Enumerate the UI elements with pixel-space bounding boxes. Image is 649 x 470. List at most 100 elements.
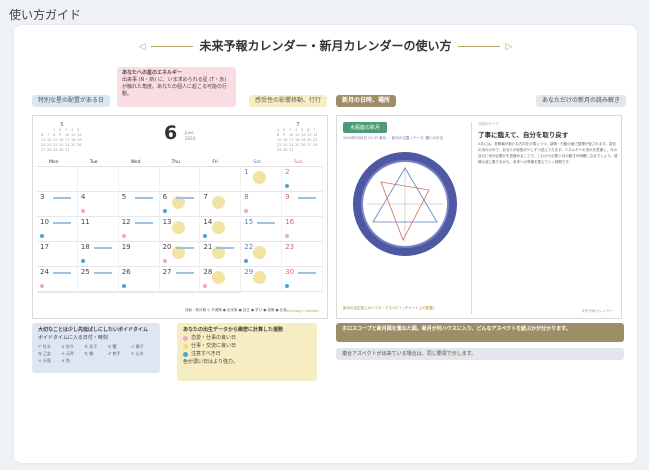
day-number: 17 — [40, 243, 49, 251]
fortune-title: あなたの出生データから緻密に計算した運勢 — [183, 327, 284, 333]
calendar-year: 2024 — [185, 136, 196, 141]
chart-footnote: 新月の出生図上のハウス・アスペクト (チャート上の配置) — [343, 306, 435, 310]
calendar-day-cell: 15 — [241, 217, 283, 242]
mini-day: 26 — [77, 143, 82, 147]
calendar-day-cell: 12 — [118, 217, 160, 242]
calendar-day-cell: 5 — [118, 192, 160, 217]
day-number: 6 — [162, 193, 168, 201]
void-time-title: 大切なことは少し先延ばしにしたいボイドタイム — [38, 327, 148, 333]
moon-phase-icon — [212, 271, 226, 284]
reading-body: 2月には、参照軸が新たな方向を示唆しつつ、感情・行動の面で整理が促されます。変化… — [478, 142, 618, 164]
weekday-label: Sat — [253, 160, 261, 165]
event-marker — [53, 197, 71, 199]
horoscope-inner-circle — [361, 160, 449, 248]
fortune-dot-icon — [285, 184, 290, 188]
calendar-day-cell: 26 — [118, 267, 160, 292]
horoscope-note: ホロスコープと新月図を重ねた図。新月が何ハウスに入り、どんなアスペクトを結ぶかが… — [336, 323, 624, 342]
calendar-day-cell: 30 — [282, 267, 323, 292]
event-marker — [298, 197, 317, 199]
title-rule-right — [457, 46, 500, 47]
calendar-day-cell: 16 — [282, 217, 323, 242]
event-marker — [175, 272, 194, 274]
fortune-dot-icon — [80, 259, 85, 263]
pink-dot-icon — [183, 335, 188, 341]
calendar-day-cell — [159, 167, 201, 192]
month-number: 6 — [164, 122, 178, 144]
event-marker — [257, 222, 276, 224]
tag-newmoon: 新月の日時、場所 — [336, 95, 397, 107]
day-number: 24 — [40, 268, 49, 276]
event-marker — [93, 247, 112, 249]
calendar-day-cell: 2 — [282, 167, 323, 192]
weekday-label: Mon — [49, 160, 59, 165]
calendar-day-cell: 25 — [77, 267, 119, 292]
day-number: 12 — [121, 218, 131, 226]
calendar-day-cell: 7 — [200, 192, 242, 217]
weekday-label: Fri — [212, 160, 218, 165]
calendar-day-cell: 21 — [200, 242, 242, 267]
weekday-header: Mon Tue Wed Thu Fri Sat Sun — [37, 160, 323, 165]
calendar-day-cell: 17 — [37, 242, 78, 267]
day-number: 27 — [162, 268, 172, 276]
mini-calendar-prev: 5 1 2 3 4 5 6 7 8 9 10 11 12 13 14 15 16 17 18 19 20 21 22 23 2… — [41, 122, 83, 152]
energy-note-title: あなたへの星のエネルギー — [122, 70, 183, 76]
fortune-note: あなたの出生データから緻密に計算した運勢 恋愛・仕事の良い日 仕事・交流に良い日… — [177, 323, 317, 381]
calendar-day-cell — [200, 167, 242, 192]
calendar-day-cell — [118, 167, 160, 192]
mini-day: 31 — [65, 148, 70, 152]
event-marker — [175, 247, 194, 249]
fortune-item-work: 仕事・交流に良い日 — [183, 342, 311, 350]
calendar-day-cell: 24 — [37, 267, 78, 292]
calendar-grid: 1 2 3 4 5 6 7 8 9 10 11 12 13 14 15 16 17 18 19 20 21 22 23 24 2… — [37, 166, 323, 293]
day-number: 26 — [121, 268, 131, 276]
event-marker — [53, 272, 71, 274]
guide-title: 未来予報カレンダー・新月カレンダーの使い方 — [199, 39, 452, 53]
horoscope-wheel — [353, 152, 457, 256]
month-english: June — [185, 130, 194, 135]
calendar-day-cell: 14 — [200, 217, 242, 242]
calendar-day-cell: 29 — [241, 267, 283, 292]
energy-note-body: 出来事 (N・新) に、いま求められる星 (T・赤) が触れた角度。あなたの個人… — [122, 77, 228, 97]
fortune-dot-icon — [121, 284, 126, 288]
mini-day: 7 — [313, 128, 316, 132]
day-number: 10 — [40, 218, 49, 226]
day-number: 15 — [244, 218, 254, 226]
fortune-dot-icon — [121, 234, 126, 238]
mini-day: 21 — [313, 138, 318, 142]
calendar-day-cell — [159, 292, 201, 293]
blue-dot-icon — [183, 351, 188, 357]
fortune-dot-icon — [162, 209, 167, 213]
mini-day: 19 — [77, 138, 82, 142]
yellow-dot-icon — [183, 343, 188, 349]
void-time-note: 大切なことは少し先延ばしにしたいボイドタイム ボイドタイムに入る日付・時刻 ♈ … — [32, 323, 160, 373]
calendar-day-cell: 23 — [282, 242, 323, 267]
calendar-day-cell — [200, 292, 242, 293]
fortune-dot-icon — [203, 284, 208, 288]
zodiac-sign-grid: ♈ 牡羊 ♉ 牡牛 ♊ 双子 ♋ 蟹 ♌ 獅子 ♍ 乙女 ♎ 天秤 ♏ 蠍 ♐ 射手 ♑ 山羊 ♒ … — [38, 343, 154, 364]
guide-title-row: ◁ 未来予報カレンダー・新月カレンダーの使い方 ▷ — [14, 37, 637, 54]
weekday-label: Sun — [294, 160, 303, 165]
zodiac-sign-item: ♐ 射手 — [107, 351, 121, 356]
left-arrow-icon: ◁ — [138, 41, 146, 52]
moon-phase-icon — [253, 171, 267, 184]
complex-aspect-note: 複合アスペクトが出来ている場合は、同じ要領で示します。 — [336, 348, 624, 360]
fortune-dot-icon — [244, 209, 249, 213]
calendar-day-cell: 1 — [241, 167, 283, 192]
calendar-day-cell — [37, 167, 78, 192]
moon-phase-icon — [171, 221, 185, 234]
calendar-legend: 月齢・新月期 ◎ 不満期 ● 出来事 ● 目立 ● 学び ● 感情 ● 仕事 — [185, 308, 287, 312]
event-marker — [134, 222, 153, 224]
calendar-day-cell — [118, 292, 160, 293]
guide-card: ◁ 未来予報カレンダー・新月カレンダーの使い方 ▷ 特別な星の配置がある日 あなたへ… — [14, 25, 637, 463]
day-number: 9 — [285, 193, 290, 201]
day-number: 13 — [162, 218, 172, 226]
newmoon-chart-sample: 水瓶座の新月 2024年6月6日 21:37 東京 ・ 新月の位置 / テーマ:… — [336, 115, 622, 319]
newmoon-subtitle: 2024年6月6日 21:37 東京 ・ 新月の位置 / テーマ: 願いの手法 — [343, 136, 444, 140]
reading-heading: 了事に臨えて、自分を取り戻す — [478, 131, 569, 139]
fortune-dot-icon — [203, 234, 208, 238]
day-number: 21 — [203, 243, 213, 251]
fortune-dot-icon — [40, 284, 44, 288]
day-number: 30 — [285, 268, 295, 276]
day-number: 1 — [244, 168, 249, 176]
mini-day: 31 — [289, 148, 294, 152]
